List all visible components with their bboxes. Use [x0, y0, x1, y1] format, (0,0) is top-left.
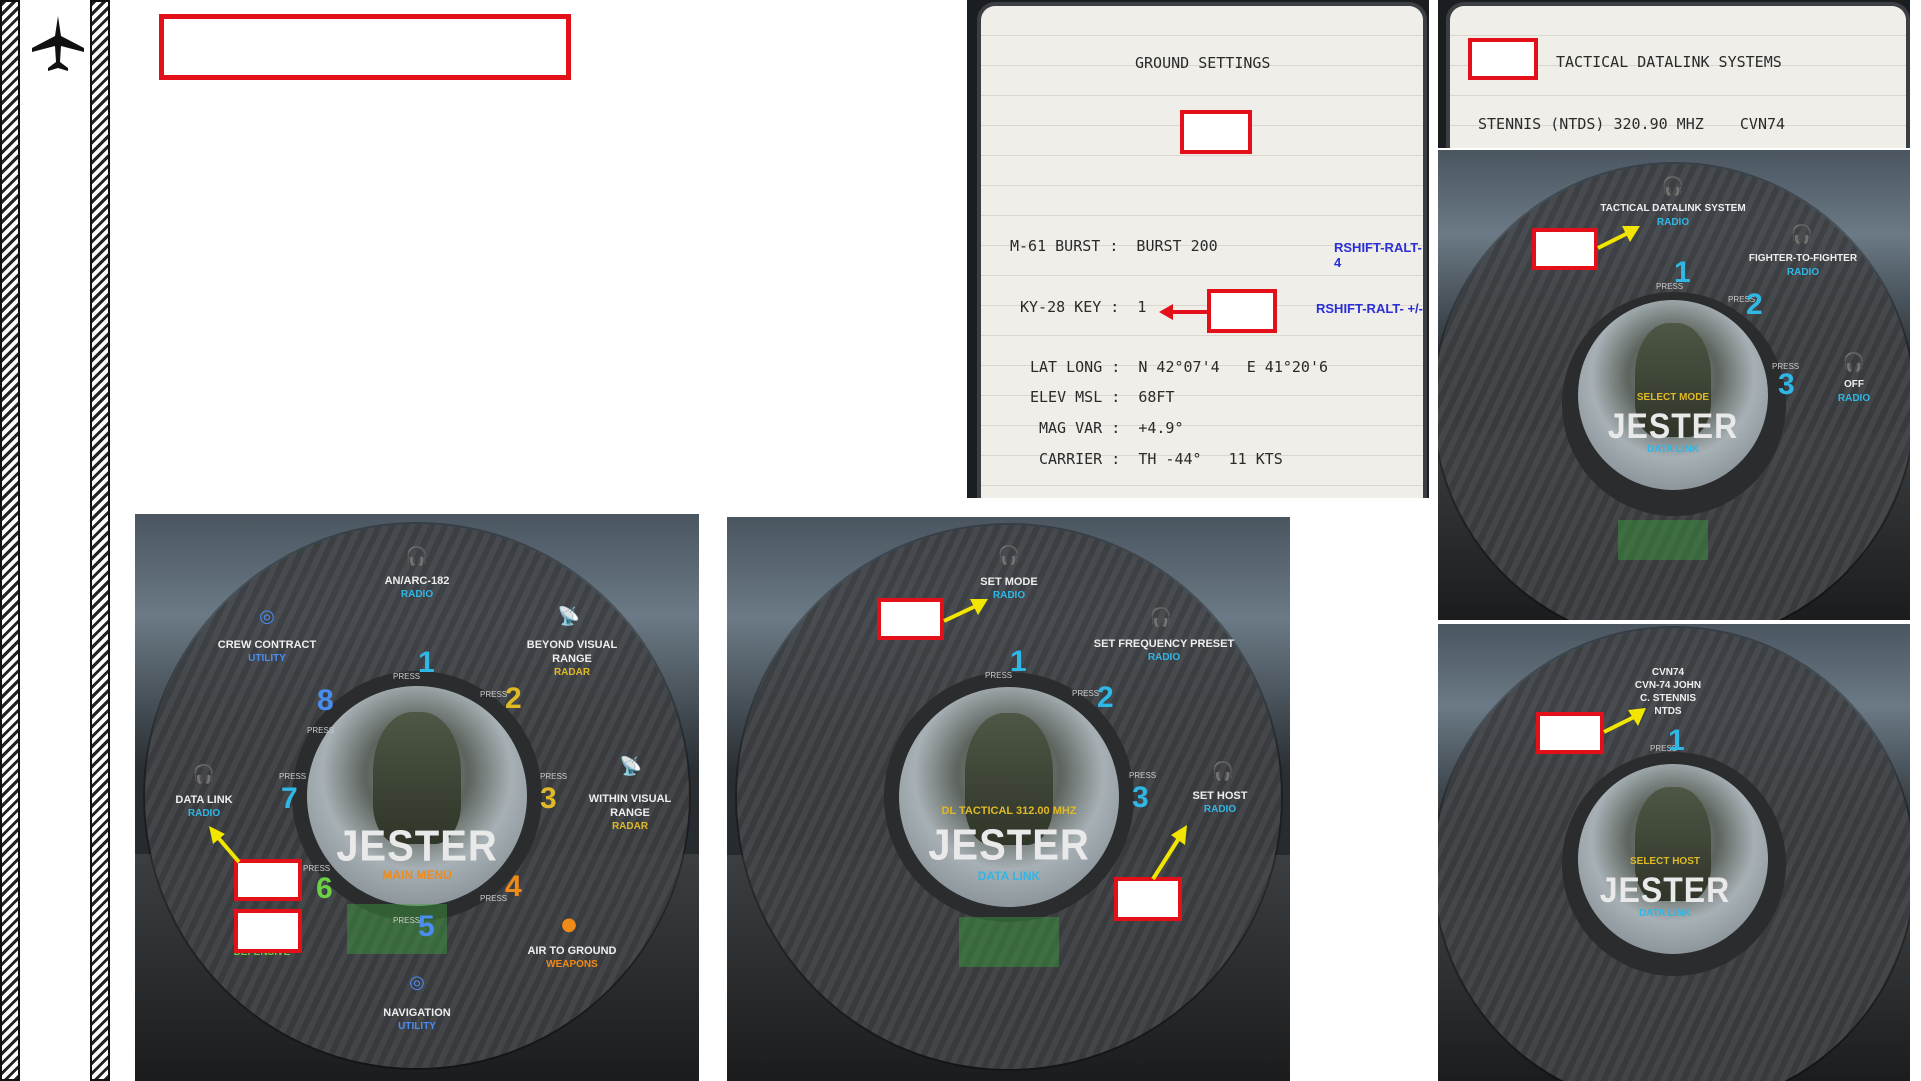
menu-item-navigation[interactable]: NAVIGATION UTILITY [357, 1006, 477, 1034]
headset-icon: 🎧 [997, 545, 1021, 566]
ky28-key-hint: RSHIFT-RALT- +/- [1316, 301, 1424, 316]
jester-title: JESTER [1599, 870, 1731, 910]
jester-subtitle: DATA LINK [1638, 908, 1692, 919]
menu-number-1: 1 [1010, 645, 1027, 678]
aircraft-icon [32, 16, 84, 71]
menu-number-1: 1 [1674, 256, 1691, 289]
radar-dish-icon: 📡 [619, 756, 643, 777]
menu-item-tactical-datalink-system[interactable]: TACTICAL DATALINK SYSTEM RADIO [1588, 202, 1758, 230]
bomb-icon: ● [561, 914, 577, 935]
callout-box [1180, 110, 1252, 154]
menu-number-2: 2 [505, 682, 522, 715]
menu-item-an-arc-182[interactable]: AN/ARC-182 RADIO [357, 574, 477, 602]
ky28-key-row: KY-28 KEY : 1 [1020, 298, 1147, 316]
kneeboard-tactical-datalink: TACTICAL DATALINK SYSTEMS STENNIS (NTDS)… [1438, 0, 1910, 148]
headset-icon: 🎧 [1661, 176, 1685, 197]
mag-var-row: MAG VAR : +4.9° [1039, 419, 1184, 437]
datalink-title: TACTICAL DATALINK SYSTEMS [1556, 53, 1782, 71]
callout-box [234, 909, 302, 953]
menu-item-air-to-ground[interactable]: AIR TO GROUND WEAPONS [517, 944, 627, 972]
headset-icon: 🎧 [1149, 607, 1173, 628]
menu-item-set-mode[interactable]: SET MODE RADIO [949, 575, 1069, 603]
m61-burst-row: M-61 BURST : BURST 200 [1010, 237, 1218, 255]
menu-item-off[interactable]: OFF RADIO [1824, 378, 1884, 406]
headset-icon: 🎧 [405, 546, 429, 567]
jester-title: JESTER [336, 821, 498, 871]
menu-number-2: 2 [1746, 288, 1763, 321]
menu-number-2: 2 [1097, 681, 1114, 714]
menu-item-wvr[interactable]: WITHIN VISUAL RANGE RADAR [575, 792, 685, 834]
right-hatched-bar [90, 0, 110, 1081]
callout-box [234, 859, 302, 901]
menu-number-1: 1 [418, 646, 435, 679]
jester-wheel-select-host: CVN74 CVN-74 JOHN C. STENNIS NTDS PRESS … [1438, 624, 1910, 1081]
elev-row: ELEV MSL : 68FT [1030, 388, 1175, 406]
headset-icon: 🎧 [192, 764, 216, 785]
menu-number-8: 8 [317, 684, 334, 717]
stennis-row: STENNIS (NTDS) 320.90 MHZ CVN74 [1478, 115, 1786, 133]
callout-box [877, 598, 944, 640]
menu-item-fighter-to-fighter[interactable]: FIGHTER-TO-FIGHTER RADIO [1748, 252, 1858, 280]
kneeboard-title: GROUND SETTINGS [1135, 54, 1271, 72]
menu-number-7: 7 [281, 782, 298, 815]
kneeboard-ground-settings: GROUND SETTINGS M-61 BURST : BURST 200 R… [967, 0, 1429, 498]
menu-item-crew-contract[interactable]: CREW CONTRACT UTILITY [207, 638, 327, 666]
menu-item-bvr[interactable]: BEYOND VISUAL RANGE RADAR [517, 638, 627, 680]
menu-number-3: 3 [540, 782, 557, 815]
jester-wheel-select-mode: 🎧 TACTICAL DATALINK SYSTEM RADIO PRESS 1 … [1438, 150, 1910, 620]
menu-number-5: 5 [418, 910, 435, 943]
compass-icon: ◎ [259, 606, 275, 627]
callout-box [1114, 877, 1182, 921]
callout-box [1532, 228, 1598, 270]
host-status: SELECT HOST [1629, 856, 1700, 867]
compass-icon: ◎ [409, 972, 425, 993]
m61-burst-hint: RSHIFT-RALT-4 [1334, 240, 1422, 270]
title-callout-box [159, 14, 571, 80]
headset-icon: 🎧 [1790, 224, 1814, 245]
left-hatched-bar [0, 0, 20, 1081]
mode-status: SELECT MODE [1636, 392, 1710, 403]
jester-title: JESTER [1607, 406, 1739, 446]
jester-wheel-main-menu: 🎧 AN/ARC-182 RADIO PRESS 1 📡 BEYOND VISUA… [135, 514, 699, 1081]
menu-item-cvn74-stennis[interactable]: CVN74 CVN-74 JOHN C. STENNIS NTDS [1608, 666, 1728, 718]
headset-icon: 🎧 [1211, 761, 1235, 782]
datalink-status: DL TACTICAL 312.00 MHZ [941, 805, 1077, 817]
menu-item-set-host[interactable]: SET HOST RADIO [1175, 789, 1265, 817]
jester-subtitle: DATA LINK [1646, 444, 1700, 455]
headset-icon: 🎧 [1842, 352, 1866, 373]
menu-item-data-link[interactable]: DATA LINK RADIO [154, 793, 254, 821]
radar-dish-icon: 📡 [557, 606, 581, 627]
callout-box [1536, 712, 1604, 754]
callout-box [1207, 289, 1277, 333]
callout-box [1468, 38, 1538, 80]
jester-title: JESTER [928, 820, 1090, 870]
lat-long-row: LAT LONG : N 42°07'4 E 41°20'6 [1030, 358, 1329, 376]
jester-subtitle: MAIN MENU [382, 868, 452, 882]
menu-item-set-frequency-preset[interactable]: SET FREQUENCY PRESET RADIO [1089, 637, 1239, 665]
carrier-row: CARRIER : TH -44° 11 KTS [1039, 450, 1283, 468]
jester-wheel-data-link: 🎧 SET MODE RADIO PRESS 1 🎧 SET FREQUENCY … [727, 517, 1290, 1081]
menu-number-1: 1 [1668, 724, 1685, 757]
